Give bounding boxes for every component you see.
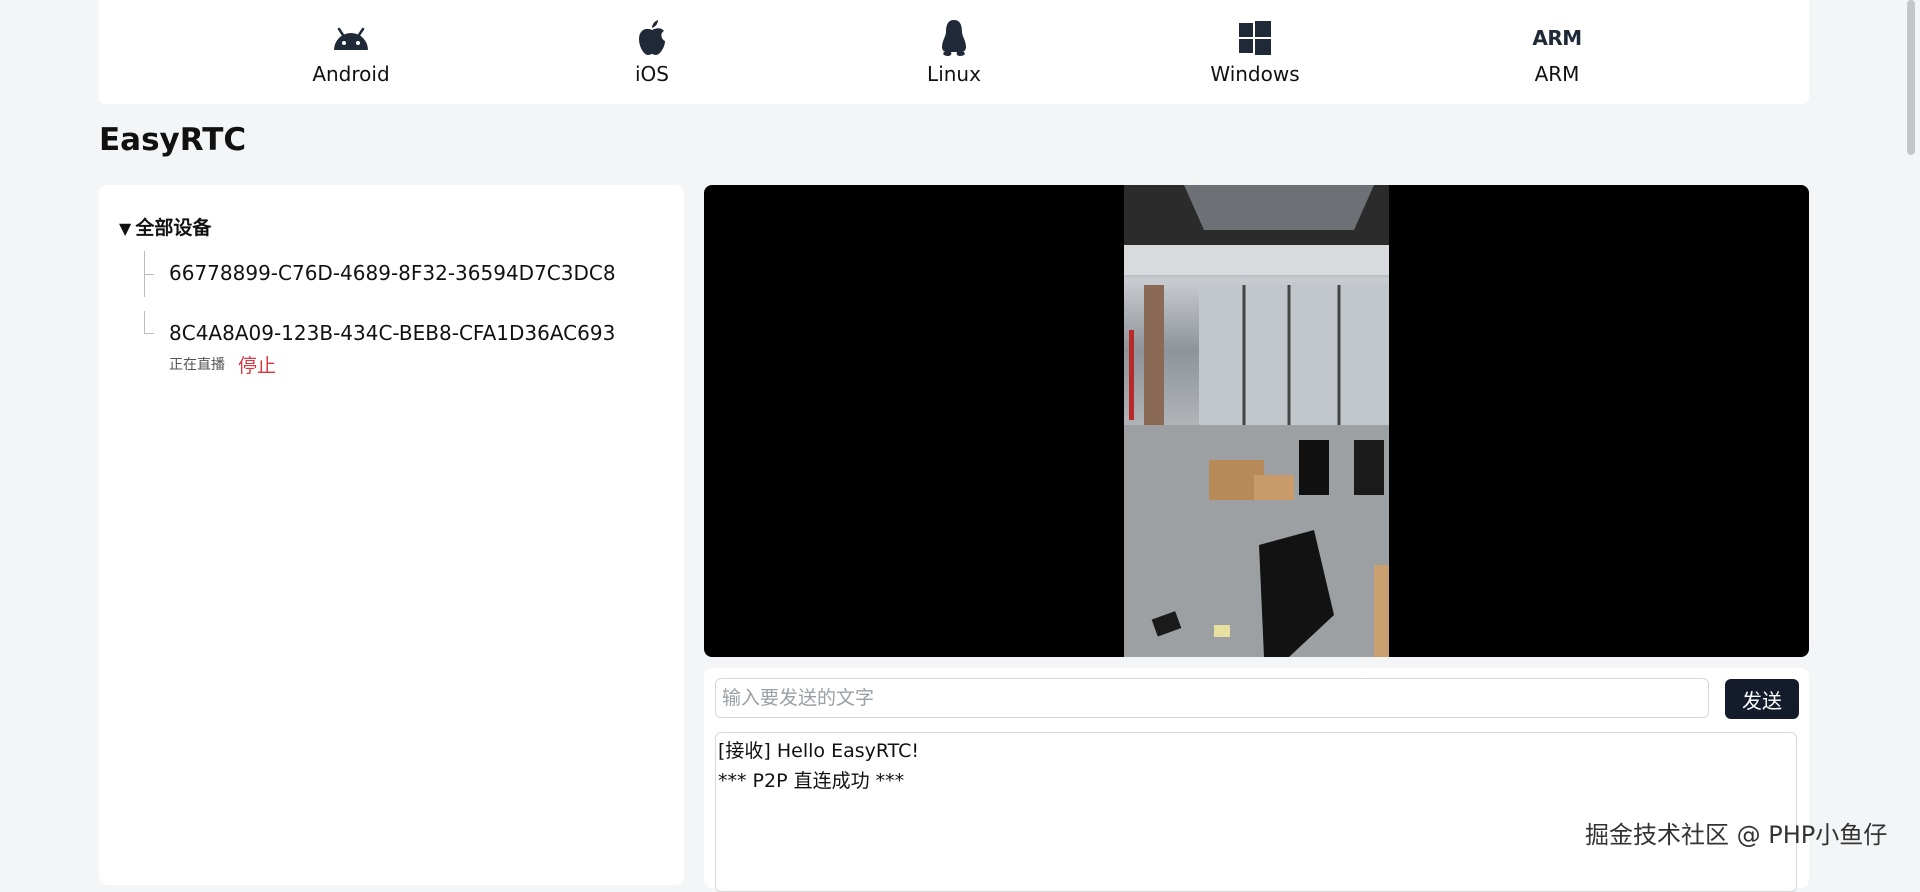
- tree-branch-connector: [144, 333, 154, 334]
- office-scene-image: [1124, 185, 1389, 657]
- stop-button[interactable]: 停止: [238, 351, 276, 378]
- message-line: *** P2P 直连成功 ***: [718, 770, 905, 792]
- apple-icon: [572, 18, 732, 58]
- message-log[interactable]: [接收] Hello EasyRTC! *** P2P 直连成功 ***: [715, 732, 1797, 892]
- chat-panel: 发送 [接收] Hello EasyRTC! *** P2P 直连成功 ***: [704, 668, 1809, 892]
- arm-logo-icon: ARM: [1477, 18, 1637, 58]
- arm-logo-text: ARM: [1532, 26, 1582, 50]
- platform-label: Windows: [1210, 62, 1300, 86]
- platform-label: Android: [312, 62, 390, 86]
- message-line: [接收] Hello EasyRTC!: [718, 740, 920, 762]
- platform-ios[interactable]: iOS: [572, 18, 732, 86]
- video-player[interactable]: [704, 185, 1809, 657]
- platform-arm[interactable]: ARM ARM: [1477, 18, 1637, 86]
- platform-label: Linux: [927, 62, 981, 86]
- tree-branch-connector: [144, 274, 154, 275]
- device-tree-panel: ▼ 全部设备 66778899-C76D-4689-8F32-36594D7C3D…: [99, 185, 684, 885]
- live-status-text: 正在直播: [169, 357, 225, 373]
- platform-android[interactable]: Android: [271, 18, 431, 86]
- tree-root-all-devices[interactable]: ▼ 全部设备: [119, 213, 211, 240]
- platform-label: ARM: [1534, 62, 1580, 86]
- windows-icon: [1175, 18, 1335, 58]
- send-button[interactable]: 发送: [1725, 679, 1799, 719]
- device-item[interactable]: 8C4A8A09-123B-434C-BEB8-CFA1D36AC693: [169, 321, 615, 345]
- platform-windows[interactable]: Windows: [1175, 18, 1335, 86]
- caret-down-icon: ▼: [119, 219, 132, 238]
- message-input[interactable]: [715, 678, 1709, 718]
- page-scrollbar[interactable]: [1907, 0, 1915, 155]
- tree-branch-line: [144, 311, 145, 333]
- watermark: 掘金技术社区 @ PHP小鱼仔: [1585, 821, 1888, 849]
- platform-linux[interactable]: Linux: [874, 18, 1034, 86]
- device-item[interactable]: 66778899-C76D-4689-8F32-36594D7C3DC8: [169, 261, 616, 285]
- tree-root-label: 全部设备: [135, 217, 212, 239]
- video-stream-frame: [1124, 185, 1389, 657]
- android-icon: [271, 18, 431, 58]
- page-title: EasyRTC: [99, 122, 247, 158]
- linux-penguin-icon: [874, 18, 1034, 58]
- platform-nav: Android iOS Linux Windows ARM ARM: [99, 0, 1809, 104]
- platform-label: iOS: [635, 62, 669, 86]
